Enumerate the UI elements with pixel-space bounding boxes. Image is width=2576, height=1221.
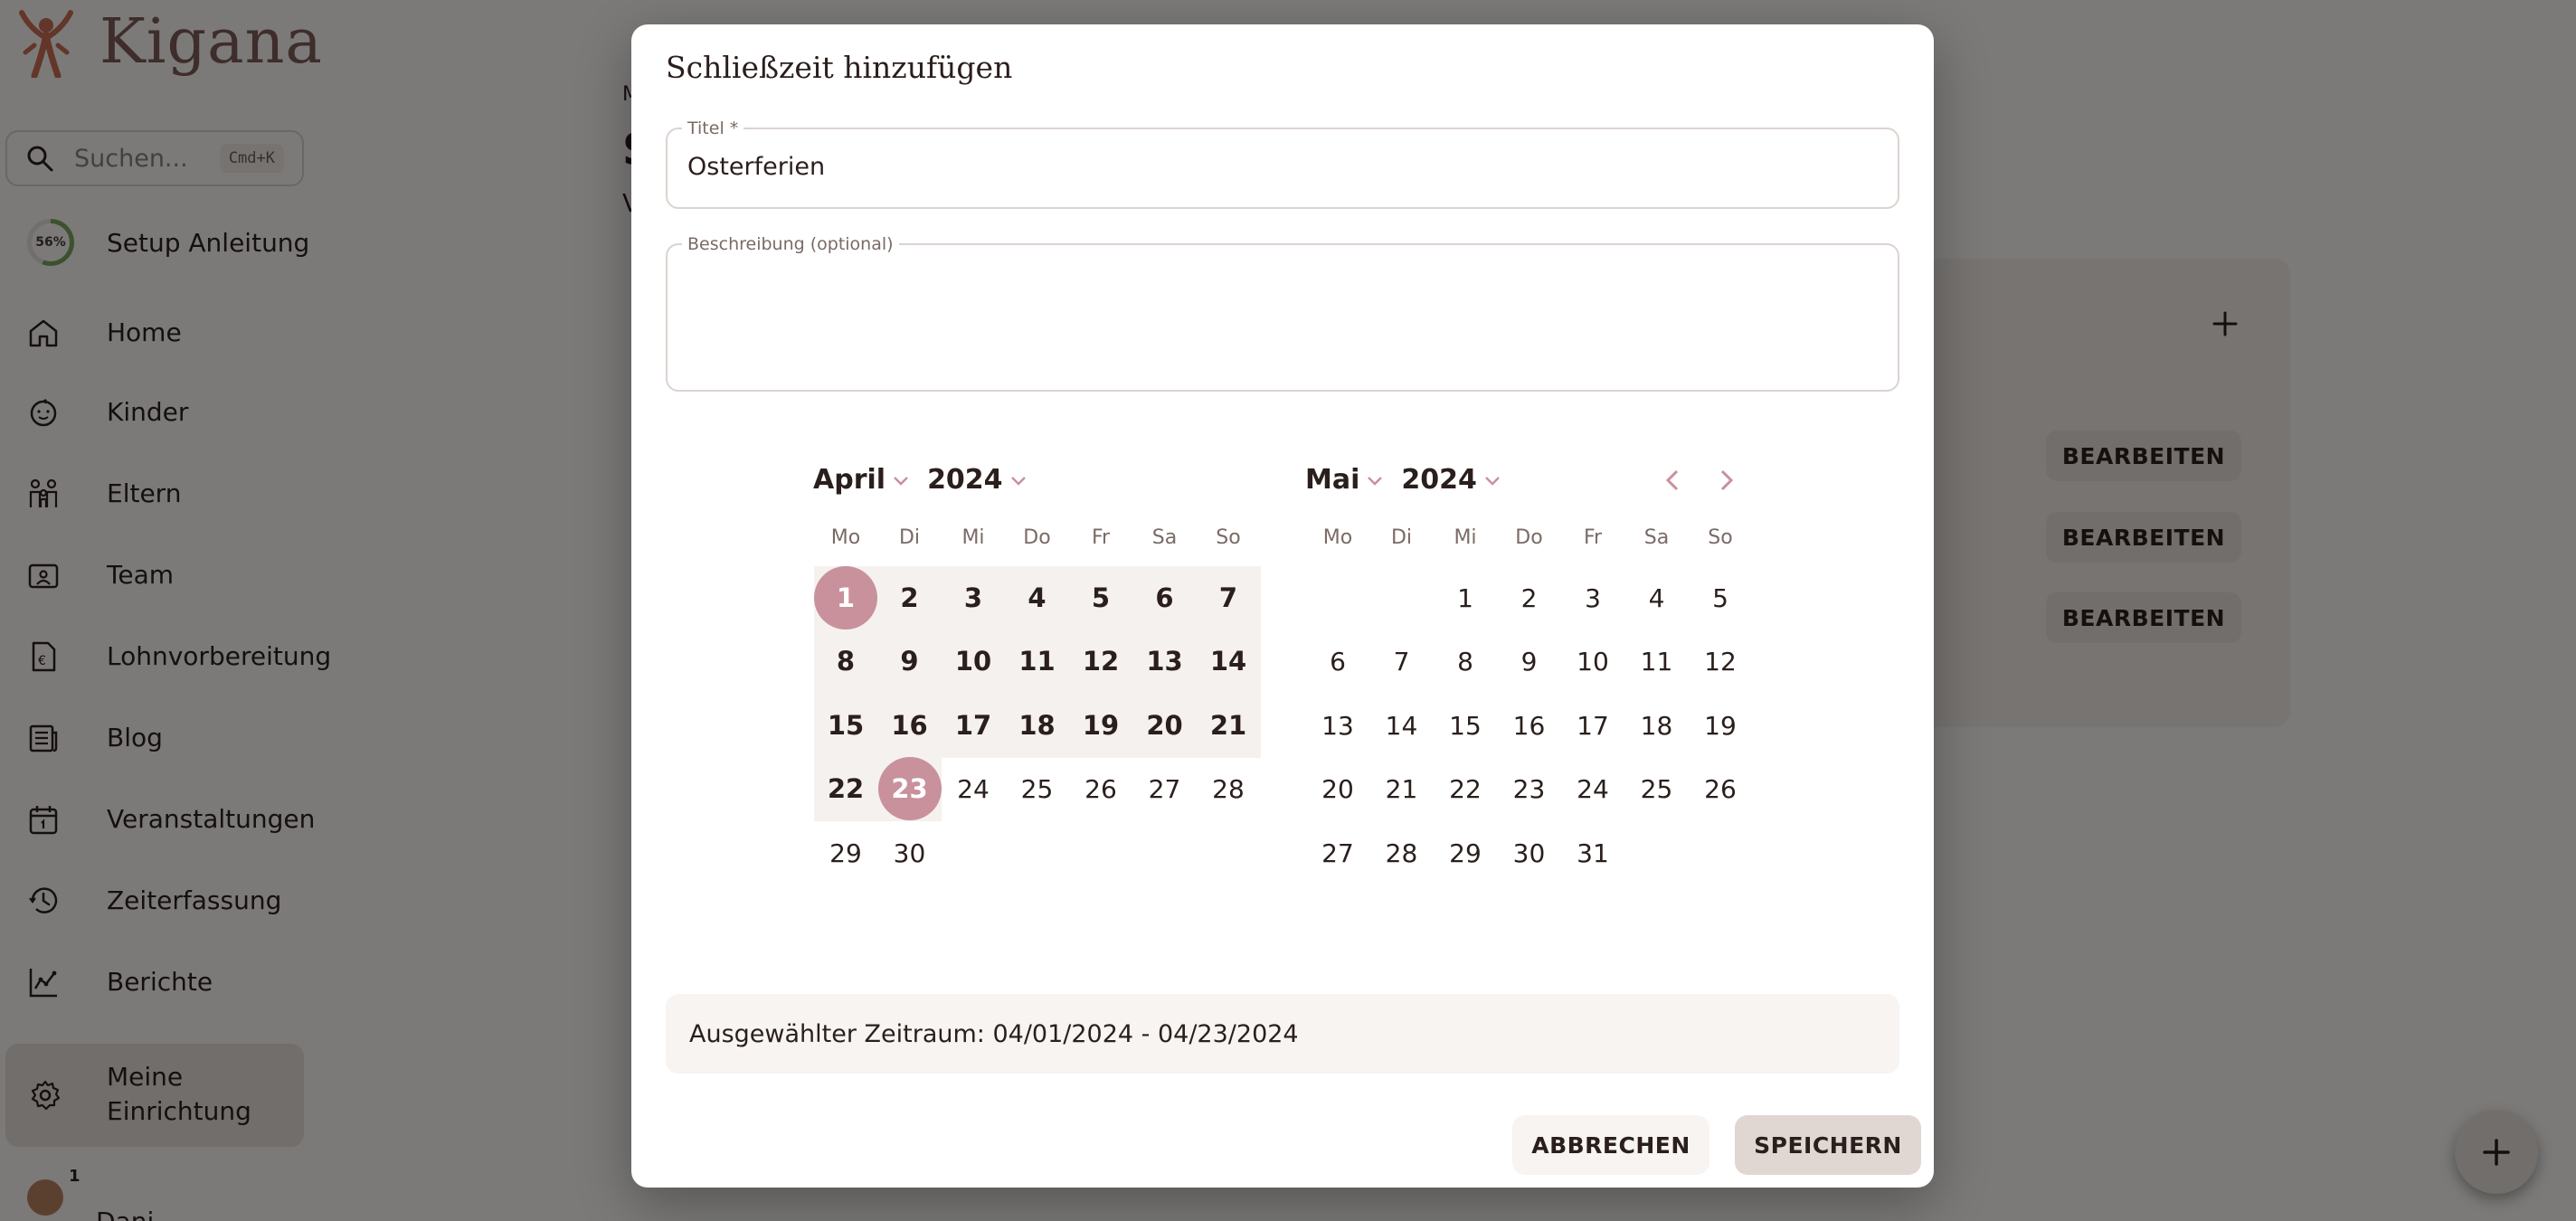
calendar-day[interactable]: 18 bbox=[1625, 694, 1689, 757]
year-select-right[interactable]: 2024 bbox=[1401, 464, 1477, 496]
title-field[interactable]: Titel * Osterferien bbox=[666, 118, 1899, 209]
calendar-day[interactable]: 12 bbox=[1689, 629, 1752, 693]
calendar-day[interactable]: 26 bbox=[1069, 757, 1132, 820]
calendar-day[interactable]: 5 bbox=[1069, 566, 1132, 629]
calendar-day[interactable]: 14 bbox=[1370, 694, 1434, 757]
calendar-day[interactable]: 11 bbox=[1006, 629, 1069, 693]
weekday-label: Mo bbox=[1322, 526, 1353, 549]
calendar-day[interactable]: 7 bbox=[1370, 629, 1434, 693]
calendar-day[interactable]: 1 bbox=[1434, 566, 1497, 629]
calendar-day[interactable]: 20 bbox=[1306, 757, 1369, 820]
cancel-button[interactable]: ABBRECHEN bbox=[1512, 1115, 1709, 1175]
calendar-day[interactable]: 8 bbox=[1434, 629, 1497, 693]
calendar-day[interactable]: 22 bbox=[814, 757, 877, 820]
calendar-day[interactable]: 29 bbox=[1434, 821, 1497, 885]
calendar-day[interactable]: 10 bbox=[1561, 629, 1624, 693]
calendar-day[interactable]: 15 bbox=[1434, 694, 1497, 757]
weekday-label: Mi bbox=[1454, 526, 1477, 549]
calendar-day[interactable]: 23 bbox=[1498, 757, 1561, 820]
calendar-day[interactable]: 27 bbox=[1133, 757, 1197, 820]
left-month-header: April 2024 bbox=[813, 464, 1028, 496]
chevron-down-icon[interactable] bbox=[1365, 470, 1385, 490]
next-month-chevron-right-icon[interactable] bbox=[1711, 466, 1740, 495]
calendar-day[interactable]: 9 bbox=[1498, 629, 1561, 693]
weekday-label: Fr bbox=[1583, 526, 1603, 549]
right-month-header: Mai 2024 bbox=[1305, 464, 1502, 496]
calendar-day[interactable]: 20 bbox=[1133, 694, 1197, 757]
calendar-day[interactable]: 3 bbox=[1561, 566, 1624, 629]
calendar-day[interactable]: 21 bbox=[1370, 757, 1434, 820]
weekday-label: Fr bbox=[1091, 526, 1111, 549]
weekday-label: Do bbox=[1515, 526, 1543, 549]
weekday-label: Sa bbox=[1643, 526, 1670, 549]
calendar-day[interactable]: 4 bbox=[1006, 566, 1069, 629]
title-field-label: Titel * bbox=[682, 118, 744, 138]
calendar-day[interactable]: 21 bbox=[1197, 694, 1260, 757]
calendar-day[interactable]: 13 bbox=[1133, 629, 1197, 693]
calendar-day[interactable]: 6 bbox=[1133, 566, 1197, 629]
description-field[interactable]: Beschreibung (optional) bbox=[666, 234, 1899, 392]
calendar-day[interactable]: 24 bbox=[1561, 757, 1624, 820]
calendar-day[interactable]: 28 bbox=[1197, 757, 1260, 820]
calendar-day[interactable]: 25 bbox=[1625, 757, 1689, 820]
description-field-label: Beschreibung (optional) bbox=[682, 234, 899, 254]
calendar-day[interactable]: 15 bbox=[814, 694, 877, 757]
calendar-day[interactable]: 27 bbox=[1306, 821, 1369, 885]
calendar-day[interactable]: 10 bbox=[942, 629, 1005, 693]
chevron-down-icon[interactable] bbox=[1009, 470, 1028, 490]
previous-month-chevron-left-icon[interactable] bbox=[1659, 466, 1688, 495]
calendar-day[interactable]: 11 bbox=[1625, 629, 1689, 693]
calendar-day[interactable]: 24 bbox=[942, 757, 1005, 820]
weekday-label: Di bbox=[898, 526, 921, 549]
weekday-label: Do bbox=[1023, 526, 1051, 549]
chevron-down-icon[interactable] bbox=[891, 470, 911, 490]
calendar-day[interactable]: 5 bbox=[1689, 566, 1752, 629]
calendar-day[interactable]: 6 bbox=[1306, 629, 1369, 693]
dialog-title: Schließzeit hinzufügen bbox=[666, 50, 1013, 85]
calendar-day[interactable]: 28 bbox=[1370, 821, 1434, 885]
calendar-day[interactable]: 26 bbox=[1689, 757, 1752, 820]
year-select-left[interactable]: 2024 bbox=[927, 464, 1003, 496]
save-button[interactable]: SPEICHERN bbox=[1735, 1115, 1921, 1175]
calendar-day[interactable]: 4 bbox=[1625, 566, 1689, 629]
calendar-day[interactable]: 13 bbox=[1306, 694, 1369, 757]
calendar-day[interactable]: 3 bbox=[942, 566, 1005, 629]
calendar-day[interactable]: 8 bbox=[814, 629, 877, 693]
calendar-day[interactable]: 29 bbox=[814, 821, 877, 885]
calendar-day[interactable]: 12 bbox=[1069, 629, 1132, 693]
selected-range-summary: Ausgewählter Zeitraum: 04/01/2024 - 04/2… bbox=[666, 994, 1899, 1074]
calendar-day[interactable]: 16 bbox=[878, 694, 942, 757]
calendar-day[interactable]: 23 bbox=[877, 757, 942, 820]
calendar-day[interactable]: 1 bbox=[814, 566, 877, 629]
weekday-label: So bbox=[1216, 526, 1241, 549]
calendar-day[interactable]: 17 bbox=[942, 694, 1005, 757]
calendar-day[interactable]: 7 bbox=[1197, 566, 1260, 629]
title-input[interactable]: Osterferien bbox=[687, 153, 825, 181]
calendar-day[interactable]: 25 bbox=[1006, 757, 1069, 820]
weekday-label: Mi bbox=[961, 526, 985, 549]
weekday-label: Di bbox=[1390, 526, 1413, 549]
calendar-day[interactable]: 30 bbox=[878, 821, 942, 885]
calendar-day[interactable]: 19 bbox=[1689, 694, 1752, 757]
add-closing-time-dialog: Schließzeit hinzufügen Titel * Osterferi… bbox=[631, 24, 1934, 1188]
weekday-label: Mo bbox=[830, 526, 861, 549]
calendar-day[interactable]: 19 bbox=[1069, 694, 1132, 757]
calendar-day[interactable]: 30 bbox=[1498, 821, 1561, 885]
month-select-april[interactable]: April bbox=[813, 464, 886, 496]
weekday-label: Sa bbox=[1151, 526, 1178, 549]
calendar-day[interactable]: 14 bbox=[1197, 629, 1260, 693]
calendar-day[interactable]: 17 bbox=[1561, 694, 1624, 757]
calendar-day[interactable]: 22 bbox=[1434, 757, 1497, 820]
calendar-day[interactable]: 2 bbox=[1498, 566, 1561, 629]
chevron-down-icon[interactable] bbox=[1482, 470, 1502, 490]
calendar-day[interactable]: 2 bbox=[878, 566, 942, 629]
calendar-day[interactable]: 16 bbox=[1498, 694, 1561, 757]
weekday-label: So bbox=[1708, 526, 1733, 549]
calendar-day[interactable]: 9 bbox=[878, 629, 942, 693]
month-select-mai[interactable]: Mai bbox=[1305, 464, 1359, 496]
calendar-day[interactable]: 18 bbox=[1006, 694, 1069, 757]
calendar-day[interactable]: 31 bbox=[1561, 821, 1624, 885]
